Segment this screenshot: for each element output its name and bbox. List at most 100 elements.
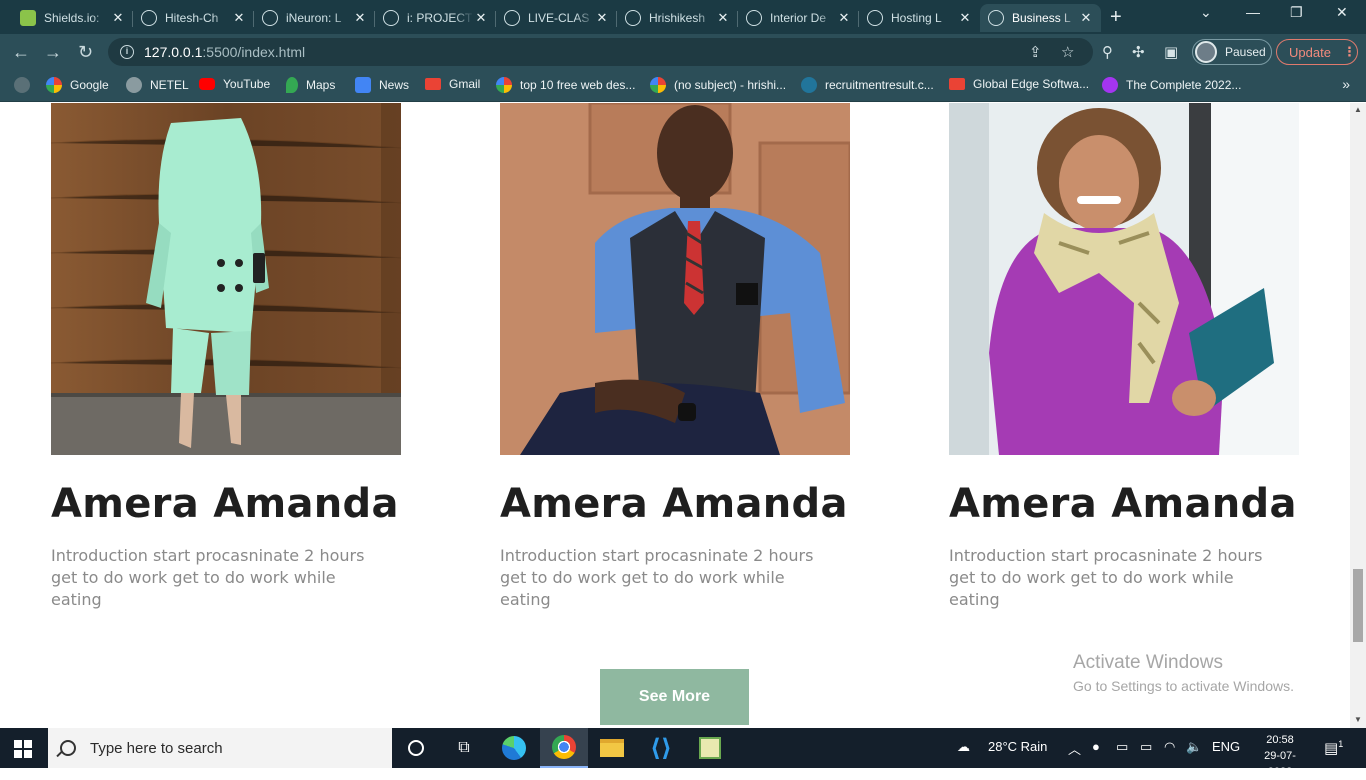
tab-hitesh[interactable]: Hitesh-Ch ✕: [133, 4, 254, 32]
notification-icon[interactable]: ▤1: [1324, 739, 1343, 757]
url-text[interactable]: 127.0.0.1:5500/index.html: [144, 44, 305, 60]
update-button[interactable]: Update ⋮: [1276, 39, 1358, 65]
side-panel-icon[interactable]: ▣: [1164, 43, 1178, 61]
network-icon[interactable]: ◠: [1164, 739, 1175, 755]
team-member-bio: Introduction start procasninate 2 hours …: [949, 546, 1263, 609]
team-member-name: Amera Amanda: [51, 481, 399, 527]
date: 29-07-2022: [1264, 750, 1296, 778]
file-explorer-icon[interactable]: [588, 728, 636, 768]
tab-hrishikesh[interactable]: Hrishikesh ✕: [617, 4, 738, 32]
new-tab-button[interactable]: +: [1110, 6, 1122, 29]
close-icon[interactable]: ✕: [353, 10, 367, 26]
tab-title: Business L: [1012, 11, 1071, 25]
wordpress-icon: [801, 77, 817, 93]
bookmark-google[interactable]: Google: [46, 77, 109, 93]
team-member-name: Amera Amanda: [949, 481, 1297, 527]
bookmark-complete-2022[interactable]: The Complete 2022...: [1102, 77, 1241, 93]
globe-icon: [383, 10, 399, 26]
chevron-right-icon[interactable]: »: [1342, 76, 1350, 92]
tab-shields[interactable]: Shields.io: ✕: [12, 4, 133, 32]
bookmark-gmail[interactable]: Gmail: [425, 77, 480, 91]
bookmark-no-subject[interactable]: (no subject) - hrishi...: [650, 77, 786, 93]
apps-icon[interactable]: [14, 77, 38, 93]
spreadsheet-app-icon[interactable]: [686, 728, 734, 768]
weather-icon[interactable]: ☁: [957, 739, 970, 755]
bookmark-label: top 10 free web des...: [520, 78, 636, 92]
task-view-icon[interactable]: ⧉: [440, 728, 488, 768]
windows-taskbar: Type here to search ⧉ ⟨⟩ ☁ 28°C Rain ︿ ●…: [0, 728, 1366, 778]
share-icon[interactable]: ⇪: [1029, 43, 1042, 61]
see-more-button[interactable]: See More: [600, 669, 749, 725]
tab-hosting[interactable]: Hosting L ✕: [859, 4, 980, 32]
taskbar-search[interactable]: Type here to search: [48, 728, 392, 768]
scroll-up-icon[interactable]: ▲: [1354, 105, 1362, 114]
bookmark-netel[interactable]: NETEL: [126, 77, 189, 93]
bookmark-label: (no subject) - hrishi...: [674, 78, 787, 92]
vscode-icon[interactable]: ⟨⟩: [637, 728, 685, 768]
meet-now-icon[interactable]: ▭: [1116, 739, 1128, 755]
globe-icon: [988, 10, 1004, 26]
close-icon[interactable]: ✕: [111, 10, 125, 26]
chevron-up-icon[interactable]: ︿: [1068, 739, 1081, 758]
tab-project[interactable]: i: PROJECT ✕: [375, 4, 496, 32]
close-icon[interactable]: ✕: [474, 10, 488, 26]
bookmark-label: Google: [70, 78, 109, 92]
volume-icon[interactable]: 🔈: [1186, 739, 1202, 755]
page-scrollbar[interactable]: ▲ ▼: [1350, 103, 1366, 728]
activate-windows-watermark: Activate Windows Go to Settings to activ…: [1073, 652, 1294, 694]
tab-ineuron[interactable]: iNeuron: L ✕: [254, 4, 375, 32]
back-arrow-icon[interactable]: ←: [12, 42, 30, 63]
info-icon[interactable]: i: [120, 45, 134, 59]
edge-icon[interactable]: [490, 728, 538, 768]
forward-arrow-icon[interactable]: →: [44, 42, 62, 63]
windows-start-icon[interactable]: [14, 740, 32, 758]
url-host: 127.0.0.1: [144, 44, 203, 60]
weather-text[interactable]: 28°C Rain: [988, 739, 1047, 754]
close-icon[interactable]: ✕: [1079, 10, 1093, 26]
globe-icon: [504, 10, 520, 26]
bookmark-news[interactable]: News: [355, 77, 409, 93]
bookmarks-bar: Google NETEL YouTube Maps News Gmail top…: [0, 70, 1366, 102]
close-icon[interactable]: ✕: [958, 10, 972, 26]
chrome-icon[interactable]: [540, 728, 588, 768]
tab-live-class[interactable]: LIVE-CLAS ✕: [496, 4, 617, 32]
url-path: :5500/index.html: [202, 44, 306, 60]
minimize-button[interactable]: —: [1246, 4, 1260, 20]
tab-title: i: PROJECT: [407, 11, 473, 25]
profile-button[interactable]: Paused: [1192, 39, 1272, 65]
address-bar[interactable]: i 127.0.0.1:5500/index.html: [108, 38, 1093, 66]
extension-icon[interactable]: ⚲: [1102, 43, 1113, 61]
tray-app-icon[interactable]: ●: [1092, 739, 1100, 754]
clock[interactable]: 20:58 29-07-2022: [1252, 732, 1308, 780]
bookmark-global-edge[interactable]: Global Edge Softwa...: [949, 77, 1089, 91]
close-icon[interactable]: ✕: [232, 10, 246, 26]
language-indicator[interactable]: ENG: [1212, 739, 1240, 754]
puzzle-icon[interactable]: ✣: [1132, 43, 1145, 61]
restore-button[interactable]: ❐: [1290, 4, 1303, 21]
close-icon[interactable]: ✕: [837, 10, 851, 26]
team-card: Amera Amanda Introduction start procasni…: [949, 103, 1299, 609]
team-photo: [949, 103, 1299, 455]
scroll-down-icon[interactable]: ▼: [1354, 715, 1362, 724]
battery-icon[interactable]: ▭: [1140, 739, 1152, 755]
close-icon[interactable]: ✕: [595, 10, 609, 26]
tab-interior[interactable]: Interior De ✕: [738, 4, 859, 32]
bookmark-web-design[interactable]: top 10 free web des...: [496, 77, 635, 93]
bookmark-maps[interactable]: Maps: [286, 77, 335, 93]
tab-title: Shields.io:: [44, 11, 100, 25]
bookmark-star-icon[interactable]: ☆: [1061, 43, 1074, 61]
close-icon[interactable]: ✕: [716, 10, 730, 26]
reload-icon[interactable]: ↻: [78, 42, 93, 63]
news-icon: [355, 77, 371, 93]
bookmark-youtube[interactable]: YouTube: [199, 77, 270, 91]
search-icon: [60, 740, 76, 756]
activate-title: Activate Windows: [1073, 652, 1223, 673]
close-window-button[interactable]: ✕: [1336, 4, 1348, 21]
scrollbar-thumb[interactable]: [1353, 569, 1363, 642]
menu-dots-icon: ⋮: [1342, 44, 1356, 59]
bookmark-recruitment[interactable]: recruitmentresult.c...: [801, 77, 934, 93]
cortana-icon[interactable]: [392, 728, 440, 768]
tab-business[interactable]: Business L ✕: [980, 4, 1101, 32]
tab-search-icon[interactable]: ⌄: [1200, 4, 1212, 21]
update-label: Update: [1289, 44, 1331, 60]
